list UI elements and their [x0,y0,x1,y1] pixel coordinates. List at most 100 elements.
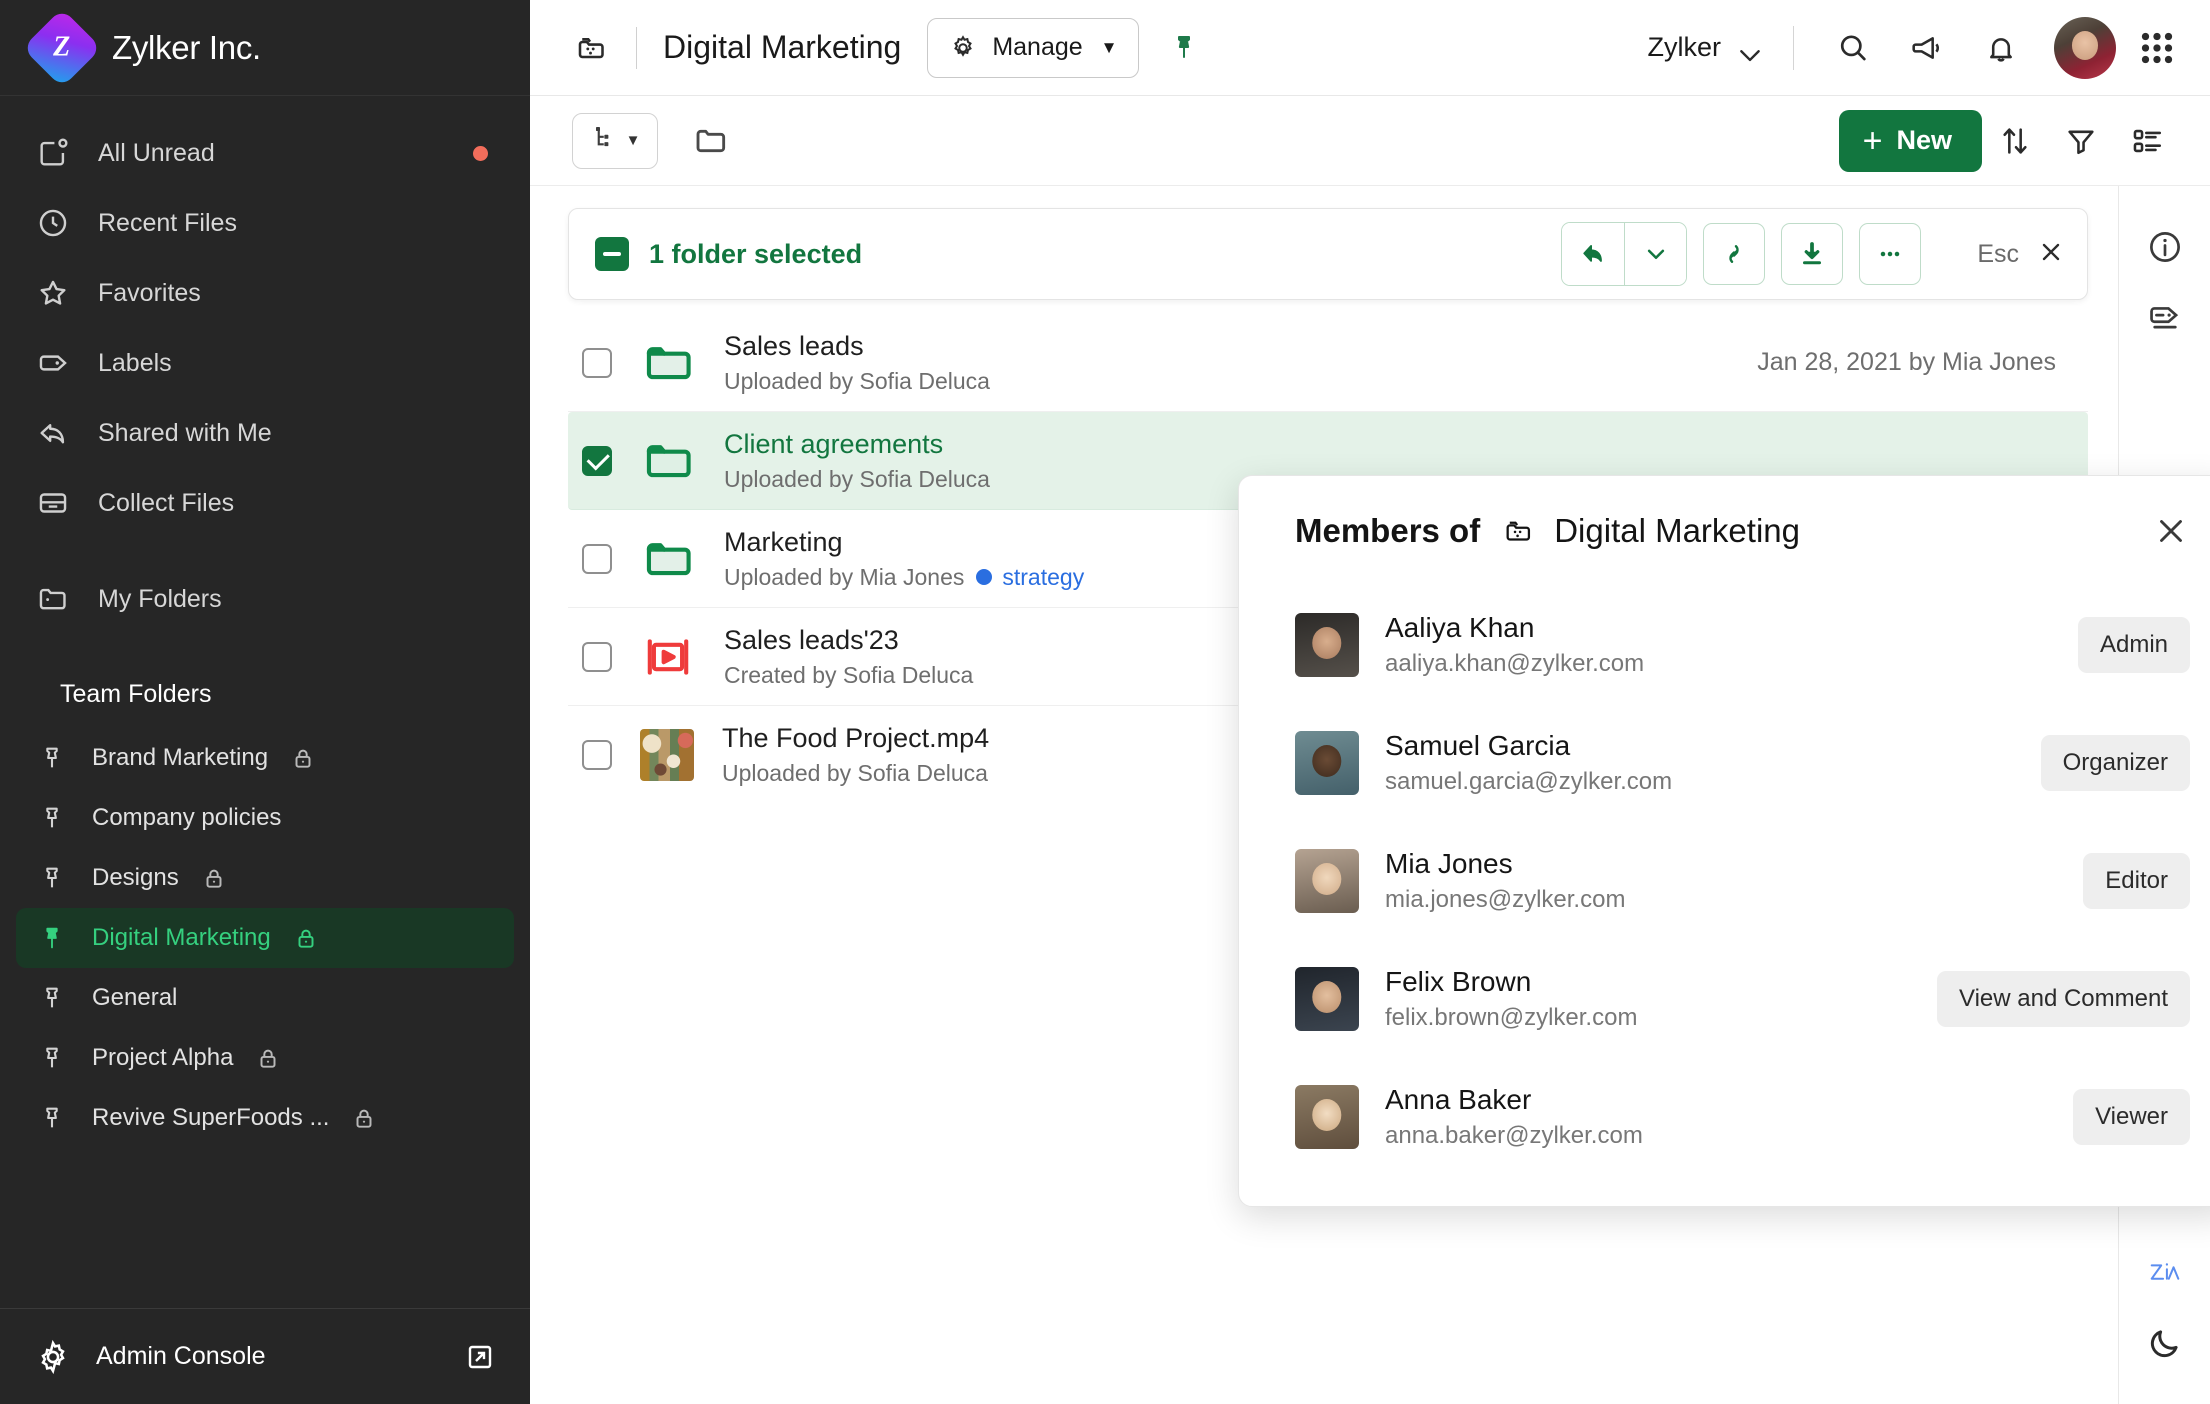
file-subtitle: Created by Sofia Deluca [724,662,973,689]
sidebar-item-label: Revive SuperFoods ... [92,1104,329,1132]
row-checkbox[interactable] [582,740,612,770]
sidebar-item-shared-with-me[interactable]: Shared with Me [0,398,530,468]
info-icon[interactable] [2130,212,2200,282]
close-icon[interactable] [2152,512,2190,550]
filter-icon[interactable] [2048,108,2114,174]
dark-mode-moon-icon[interactable] [2130,1308,2200,1378]
list-item[interactable]: Samuel Garcia samuel.garcia@zylker.com O… [1295,704,2190,822]
sidebar-item-all-unread[interactable]: All Unread [0,118,530,188]
list-item[interactable]: Aaliya Khan aaliya.khan@zylker.com Admin [1295,586,2190,704]
breadcrumb-folder-icon[interactable] [692,122,730,160]
sidebar-item-label: Digital Marketing [92,924,271,952]
more-options-button[interactable] [1859,223,1921,285]
close-selection-button[interactable]: Esc [1977,238,2065,271]
announcement-icon[interactable] [1896,17,1958,79]
table-row[interactable]: Sales leads Uploaded by Sofia Deluca Jan… [568,314,2088,412]
download-button[interactable] [1781,223,1843,285]
admin-console-button[interactable]: Admin Console [0,1308,530,1404]
member-name: Aaliya Khan [1385,612,1644,644]
members-panel-folder-name: Digital Marketing [1554,512,1800,550]
sidebar-item-favorites[interactable]: Favorites [0,258,530,328]
sidebar-item-label: Labels [98,349,496,378]
role-badge[interactable]: Viewer [2073,1089,2190,1145]
share-arrow-icon [34,414,72,452]
gear-icon [948,33,978,63]
list-item[interactable]: Mia Jones mia.jones@zylker.com Editor [1295,822,2190,940]
avatar [1295,613,1359,677]
sidebar-section-team-folders[interactable]: Team Folders [0,660,530,728]
tag-dot-icon [976,569,992,585]
copy-link-button[interactable] [1703,223,1765,285]
close-icon[interactable] [2037,238,2065,271]
brand-header[interactable]: Z Zylker Inc. [0,0,530,96]
list-item[interactable]: Felix Brown felix.brown@zylker.com View … [1295,940,2190,1058]
select-all-checkbox[interactable] [595,237,629,271]
sidebar-item-brand-marketing[interactable]: Brand Marketing [16,728,514,788]
pin-icon [34,800,70,836]
sidebar-item-label: Recent Files [98,209,496,238]
video-file-icon [640,629,696,685]
row-checkbox[interactable] [582,642,612,672]
sidebar-item-label: Brand Marketing [92,744,268,772]
list-layout-icon[interactable] [2114,108,2180,174]
avatar[interactable] [2054,17,2116,79]
sidebar-item-collect-files[interactable]: Collect Files [0,468,530,538]
sidebar-item-label: General [92,984,177,1012]
org-switcher[interactable]: Zylker [1648,32,1764,63]
sidebar-item-labels[interactable]: Labels [0,328,530,398]
member-name: Anna Baker [1385,1084,1643,1116]
role-badge[interactable]: Admin [2078,617,2190,673]
main-area: Digital Marketing Manage ▼ Zylker [530,0,2210,1404]
logo-letter: Z [53,31,70,63]
top-bar: Digital Marketing Manage ▼ Zylker [530,0,2210,96]
pin-icon[interactable] [1169,32,1199,64]
apps-grid-icon[interactable] [2134,25,2180,71]
list-item[interactable]: Anna Baker anna.baker@zylker.com Viewer [1295,1058,2190,1176]
role-badge[interactable]: Organizer [2041,735,2190,791]
lock-icon [290,745,316,771]
sidebar-item-company-policies[interactable]: Company policies [16,788,514,848]
zylker-logo-icon: Z [22,8,101,87]
sidebar-item-project-alpha[interactable]: Project Alpha [16,1028,514,1088]
sidebar-item-label: Shared with Me [98,419,496,448]
new-button[interactable]: + New [1839,110,1982,172]
file-name: Client agreements [724,429,990,460]
row-checkbox[interactable] [582,446,612,476]
view-switch-button[interactable]: ▼ [572,113,658,169]
selection-bar: 1 folder selected [568,208,2088,300]
sort-icon[interactable] [1982,108,2048,174]
manage-label: Manage [992,33,1082,62]
external-link-icon[interactable] [464,1341,496,1373]
sidebar-item-recent-files[interactable]: Recent Files [0,188,530,258]
sidebar-item-digital-marketing[interactable]: Digital Marketing [16,908,514,968]
sidebar-item-label: My Folders [98,585,496,614]
file-tag[interactable]: strategy [976,564,1084,591]
role-badge[interactable]: Editor [2083,853,2190,909]
label-tag-icon[interactable] [2130,282,2200,352]
manage-button[interactable]: Manage ▼ [927,18,1138,78]
sidebar-item-designs[interactable]: Designs [16,848,514,908]
pin-icon [34,740,70,776]
esc-label: Esc [1977,240,2019,269]
plus-icon: + [1863,124,1883,158]
share-dropdown-button[interactable] [1624,223,1686,285]
lock-icon [201,865,227,891]
share-button[interactable] [1562,223,1624,285]
role-badge[interactable]: View and Comment [1937,971,2190,1027]
row-checkbox[interactable] [582,544,612,574]
pin-icon [34,1040,70,1076]
pin-icon [34,920,70,956]
sidebar-item-my-folders[interactable]: My Folders [0,564,530,634]
admin-console-label: Admin Console [96,1342,266,1371]
search-icon[interactable] [1822,17,1884,79]
brand-name: Zylker Inc. [112,29,261,67]
tag-icon [34,344,72,382]
sidebar-item-label: All Unread [98,139,447,168]
row-meta: Sales leads'23 Created by Sofia Deluca [724,625,973,689]
sidebar-item-general[interactable]: General [16,968,514,1028]
row-checkbox[interactable] [582,348,612,378]
bell-icon[interactable] [1970,17,2032,79]
sidebar-item-revive-superfoods[interactable]: Revive SuperFoods ... [16,1088,514,1148]
zia-assistant-icon[interactable] [2130,1238,2200,1308]
team-folder-icon [574,30,610,66]
